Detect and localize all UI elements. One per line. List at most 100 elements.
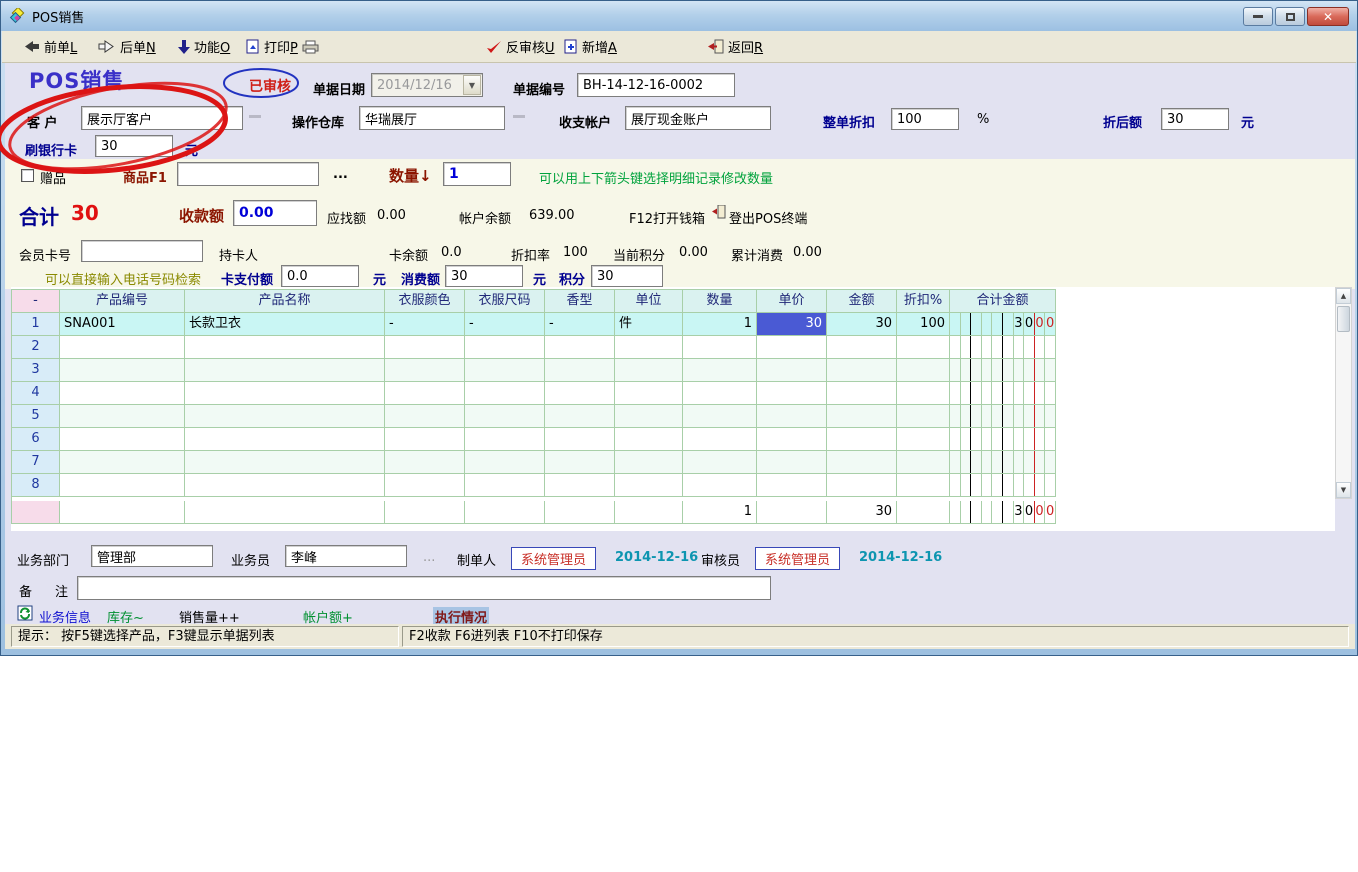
table-cell[interactable] xyxy=(897,451,950,474)
table-cell[interactable] xyxy=(615,405,683,428)
table-cell[interactable] xyxy=(757,451,827,474)
functions-button[interactable]: 功能O xyxy=(178,37,230,56)
card-pay-input[interactable]: 0.0 xyxy=(281,265,359,287)
table-cell[interactable]: - xyxy=(385,313,465,336)
product-input[interactable] xyxy=(177,162,319,186)
column-header[interactable]: 衣服颜色 xyxy=(385,290,465,313)
table-cell[interactable]: 6 xyxy=(12,428,60,451)
points2-input[interactable]: 30 xyxy=(591,265,663,287)
table-cell[interactable] xyxy=(185,428,385,451)
table-cell[interactable] xyxy=(827,474,897,497)
table-cell[interactable] xyxy=(683,428,757,451)
table-cell[interactable] xyxy=(545,428,615,451)
table-cell[interactable] xyxy=(60,428,185,451)
table-cell[interactable] xyxy=(757,382,827,405)
column-header[interactable]: 金额 xyxy=(827,290,897,313)
table-cell[interactable] xyxy=(60,451,185,474)
table-cell[interactable] xyxy=(545,336,615,359)
table-cell[interactable] xyxy=(615,451,683,474)
table-cell[interactable]: 件 xyxy=(615,313,683,336)
table-cell[interactable] xyxy=(757,336,827,359)
table-cell[interactable] xyxy=(615,359,683,382)
next-doc-button[interactable]: 后单N xyxy=(98,37,156,56)
table-cell[interactable] xyxy=(545,359,615,382)
table-cell[interactable] xyxy=(757,474,827,497)
column-header[interactable]: 衣服尺码 xyxy=(465,290,545,313)
table-cell[interactable] xyxy=(827,428,897,451)
table-cell[interactable] xyxy=(897,405,950,428)
table-cell[interactable] xyxy=(897,359,950,382)
table-cell[interactable] xyxy=(385,451,465,474)
unaudit-button[interactable]: 反审核U xyxy=(486,37,555,56)
table-cell[interactable] xyxy=(60,359,185,382)
table-cell[interactable] xyxy=(60,382,185,405)
received-input[interactable]: 0.00 xyxy=(233,200,317,226)
table-vscrollbar[interactable]: ▲ ▼ xyxy=(1335,287,1352,499)
close-button[interactable]: ✕ xyxy=(1307,7,1349,26)
warehouse-browse-button[interactable] xyxy=(513,115,525,118)
warehouse-input[interactable]: 华瑞展厅 xyxy=(359,106,505,130)
table-cell[interactable] xyxy=(683,382,757,405)
table-cell[interactable] xyxy=(897,428,950,451)
column-header[interactable]: 产品名称 xyxy=(185,290,385,313)
logout-pos-label[interactable]: 登出POS终端 xyxy=(729,208,807,227)
table-cell[interactable]: 1 xyxy=(12,313,60,336)
table-cell[interactable]: 1 xyxy=(683,313,757,336)
table-cell[interactable]: SNA001 xyxy=(60,313,185,336)
add-new-button[interactable]: 新增A xyxy=(564,37,617,56)
scroll-thumb[interactable] xyxy=(1337,306,1350,332)
table-cell[interactable]: 8 xyxy=(12,474,60,497)
table-cell[interactable] xyxy=(545,405,615,428)
table-cell[interactable] xyxy=(897,382,950,405)
column-header[interactable]: 数量 xyxy=(683,290,757,313)
table-cell[interactable]: 30 xyxy=(757,313,827,336)
table-cell[interactable] xyxy=(545,474,615,497)
remark-input[interactable] xyxy=(77,576,771,600)
scroll-up-icon[interactable]: ▲ xyxy=(1336,288,1351,304)
column-header[interactable]: 合计金额 xyxy=(950,290,1056,313)
table-cell[interactable]: 4 xyxy=(12,382,60,405)
return-button[interactable]: 返回R xyxy=(708,37,763,56)
table-cell[interactable] xyxy=(897,336,950,359)
print-button[interactable]: 打印P xyxy=(246,37,319,56)
table-cell[interactable] xyxy=(683,474,757,497)
product-ellipsis-button[interactable]: ... xyxy=(333,167,348,182)
table-cell[interactable] xyxy=(827,359,897,382)
table-cell[interactable] xyxy=(385,359,465,382)
table-cell[interactable]: 3 xyxy=(12,359,60,382)
table-cell[interactable]: 100 xyxy=(897,313,950,336)
table-cell[interactable]: - xyxy=(465,313,545,336)
gift-checkbox[interactable] xyxy=(21,169,34,182)
dept-input[interactable]: 管理部 xyxy=(91,545,213,567)
table-cell[interactable] xyxy=(827,336,897,359)
table-cell[interactable] xyxy=(385,336,465,359)
salesman-browse-button[interactable]: ... xyxy=(423,550,435,565)
table-cell[interactable] xyxy=(545,451,615,474)
table-cell[interactable] xyxy=(757,405,827,428)
table-cell[interactable] xyxy=(897,474,950,497)
table-cell[interactable] xyxy=(60,474,185,497)
table-cell[interactable] xyxy=(683,405,757,428)
table-cell[interactable] xyxy=(615,336,683,359)
salesman-input[interactable]: 李峰 xyxy=(285,545,407,567)
table-cell[interactable] xyxy=(185,336,385,359)
cashbox-label[interactable]: F12打开钱箱 xyxy=(629,208,705,227)
table-cell[interactable] xyxy=(757,359,827,382)
column-header[interactable]: 香型 xyxy=(545,290,615,313)
table-cell[interactable] xyxy=(683,359,757,382)
column-header[interactable]: - xyxy=(12,290,60,313)
table-cell[interactable] xyxy=(385,428,465,451)
table-cell[interactable] xyxy=(465,405,545,428)
table-cell[interactable] xyxy=(827,382,897,405)
table-cell[interactable] xyxy=(465,336,545,359)
qty-input[interactable]: 1 xyxy=(443,162,511,186)
table-cell[interactable]: 30 xyxy=(827,313,897,336)
table-cell[interactable] xyxy=(185,474,385,497)
table-cell[interactable]: 7 xyxy=(12,451,60,474)
table-cell[interactable] xyxy=(185,405,385,428)
docno-input[interactable]: BH-14-12-16-0002 xyxy=(577,73,735,97)
column-header[interactable]: 单位 xyxy=(615,290,683,313)
table-cell[interactable] xyxy=(465,451,545,474)
prev-doc-button[interactable]: 前单L xyxy=(22,37,77,56)
restore-button[interactable] xyxy=(1275,7,1305,26)
